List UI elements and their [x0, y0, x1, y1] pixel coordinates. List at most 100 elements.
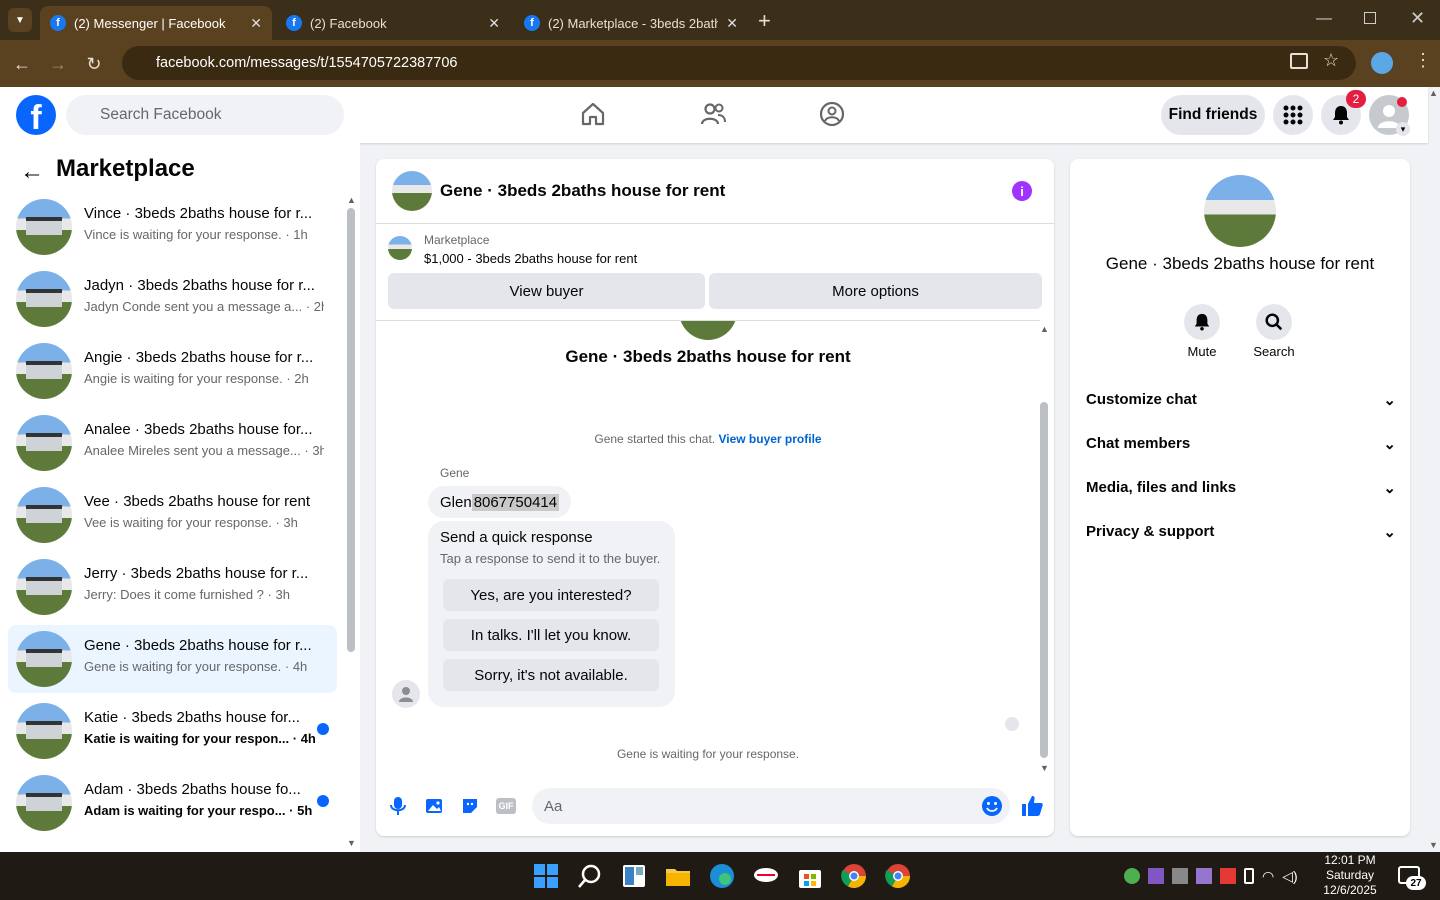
search-input[interactable]: Search Facebook [66, 95, 344, 219]
search-in-chat-button[interactable] [1256, 304, 1292, 340]
facebook-favicon-icon: f [50, 15, 66, 31]
forward-icon[interactable]: → [46, 52, 70, 76]
conversation-item[interactable]: Vee · 3beds 2baths house for rent Vee is … [8, 481, 337, 549]
find-friends-button[interactable]: Find friends [1161, 95, 1265, 135]
details-avatar[interactable] [1204, 175, 1276, 247]
tab-list-dropdown-icon[interactable]: ▼ [8, 8, 32, 32]
chat-scroll-down-icon[interactable]: ▼ [1040, 763, 1049, 773]
tray-app-icon[interactable] [1220, 868, 1236, 884]
conversation-item[interactable]: Katie · 3beds 2baths house for... Katie i… [8, 697, 337, 765]
close-tab-icon[interactable]: ✕ [726, 15, 738, 32]
list-scroll-up-icon[interactable]: ▲ [347, 195, 356, 205]
profile-avatar-icon[interactable] [1371, 52, 1393, 74]
reload-icon[interactable]: ↻ [82, 52, 106, 76]
clock-date: 12/6/2025 [1323, 883, 1377, 897]
message-bubble[interactable]: Glen 8067750414 [428, 486, 572, 518]
sticker-icon[interactable] [460, 796, 480, 816]
conversation-item[interactable]: Jerry · 3beds 2baths house for r... Jerry… [8, 553, 337, 621]
chat-scroll-up-icon[interactable]: ▲ [1040, 324, 1049, 334]
bookmark-star-icon[interactable]: ☆ [1323, 50, 1339, 71]
view-buyer-profile-link[interactable]: View buyer profile [718, 432, 821, 446]
wifi-icon[interactable]: ◠ [1262, 868, 1274, 885]
listing-thumbnail[interactable] [388, 236, 412, 260]
account-chevron-icon[interactable]: ▾ [1396, 122, 1410, 136]
page-scroll-up-icon[interactable]: ▲ [1429, 88, 1438, 98]
divider [376, 223, 1054, 224]
view-buyer-label: View buyer [509, 282, 584, 300]
home-icon[interactable] [579, 100, 607, 128]
taskbar-search-icon[interactable] [576, 862, 604, 890]
chevron-down-icon: ⌄ [1383, 436, 1396, 453]
back-icon[interactable]: ← [10, 52, 34, 76]
info-button[interactable]: i [1012, 181, 1032, 201]
browser-menu-icon[interactable]: ⋮ [1414, 50, 1432, 71]
conversation-item[interactable]: Jadyn · 3beds 2baths house for r... Jadyn… [8, 265, 337, 333]
conversation-item[interactable]: Analee · 3beds 2baths house for... Analee… [8, 409, 337, 477]
gif-icon[interactable]: GIF [496, 798, 516, 814]
tray-app-icon[interactable] [1124, 868, 1140, 884]
page-scroll-down-icon[interactable]: ▼ [1429, 840, 1438, 850]
quick-response-yes-button[interactable]: Yes, are you interested? [443, 579, 659, 611]
listing-price-title[interactable]: $1,000 - 3beds 2baths house for rent [424, 251, 637, 266]
more-options-button[interactable]: More options [709, 273, 1042, 309]
new-tab-icon[interactable]: + [758, 8, 771, 34]
groups-icon[interactable] [818, 100, 846, 128]
photo-icon[interactable] [424, 796, 444, 816]
tray-app-icon[interactable] [1172, 868, 1188, 884]
conversation-list-scrollbar[interactable] [347, 208, 355, 652]
microphone-icon[interactable] [389, 796, 407, 816]
install-app-icon[interactable] [1290, 53, 1308, 69]
windows-start-icon[interactable] [532, 862, 560, 890]
message-input[interactable]: Aa [532, 788, 1010, 824]
quick-response-talks-button[interactable]: In talks. I'll let you know. [443, 619, 659, 651]
conversation-item[interactable]: Angie · 3beds 2baths house for r... Angie… [8, 337, 337, 405]
customize-chat-section[interactable]: Customize chat ⌄ [1086, 391, 1396, 409]
emoji-icon[interactable] [981, 795, 1003, 817]
chat-title[interactable]: Gene · 3beds 2baths house for rent [440, 181, 725, 201]
volume-icon[interactable]: ◁) [1282, 868, 1297, 885]
close-tab-icon[interactable]: ✕ [488, 15, 500, 32]
privacy-support-section[interactable]: Privacy & support ⌄ [1086, 523, 1396, 541]
mute-button[interactable] [1184, 304, 1220, 340]
friends-icon[interactable] [699, 100, 727, 128]
widgets-icon[interactable] [620, 862, 648, 890]
system-tray: ◠ ◁) [1124, 866, 1324, 886]
bell-icon [1194, 313, 1210, 331]
tab-facebook[interactable]: f (2) Facebook ✕ [276, 6, 510, 40]
tray-app-icon[interactable] [1196, 868, 1212, 884]
chrome-profile-icon[interactable] [884, 862, 912, 890]
app-icon[interactable] [752, 862, 780, 890]
store-icon[interactable] [796, 862, 824, 890]
tray-app-icon[interactable] [1148, 868, 1164, 884]
menu-grid-button[interactable] [1273, 95, 1313, 135]
conversation-item[interactable]: Vince · 3beds 2baths house for r... Vince… [8, 193, 337, 261]
quick-response-unavailable-button[interactable]: Sorry, it's not available. [443, 659, 659, 691]
tab-messenger[interactable]: f (2) Messenger | Facebook ✕ [40, 6, 272, 40]
file-explorer-icon[interactable] [664, 862, 692, 890]
url-field[interactable]: ⚙ facebook.com/messages/t/15547057223877… [122, 46, 1356, 115]
list-scroll-down-icon[interactable]: ▼ [347, 838, 356, 848]
close-tab-icon[interactable]: ✕ [250, 15, 262, 32]
chat-header-avatar[interactable] [392, 171, 432, 211]
minimize-icon[interactable]: — [1316, 10, 1332, 28]
back-arrow-icon[interactable]: ← [20, 158, 44, 186]
close-window-icon[interactable]: ✕ [1410, 8, 1425, 29]
tab-marketplace[interactable]: f (2) Marketplace - 3beds 2baths ✕ [514, 6, 748, 40]
listing-thumbnail [16, 703, 72, 759]
maximize-icon[interactable] [1364, 12, 1376, 24]
conversation-item[interactable]: Gene · 3beds 2baths house for r... Gene i… [8, 625, 337, 693]
listing-thumbnail [16, 487, 72, 543]
facebook-logo-icon[interactable]: f [16, 95, 56, 135]
chat-members-section[interactable]: Chat members ⌄ [1086, 435, 1396, 453]
chat-scrollbar[interactable] [1040, 402, 1048, 758]
notification-center-count: 27 [1406, 876, 1426, 890]
battery-icon[interactable] [1244, 868, 1254, 884]
system-clock[interactable]: 12:01 PM Saturday 12/6/2025 [1318, 853, 1382, 898]
chrome-icon[interactable] [840, 862, 868, 890]
thumbs-up-icon[interactable] [1020, 794, 1044, 818]
edge-icon[interactable] [708, 862, 736, 890]
media-files-links-section[interactable]: Media, files and links ⌄ [1086, 479, 1396, 497]
view-buyer-button[interactable]: View buyer [388, 273, 705, 309]
sender-avatar[interactable] [392, 680, 420, 708]
conversation-item[interactable]: Adam · 3beds 2baths house fo... Adam is w… [8, 769, 337, 837]
